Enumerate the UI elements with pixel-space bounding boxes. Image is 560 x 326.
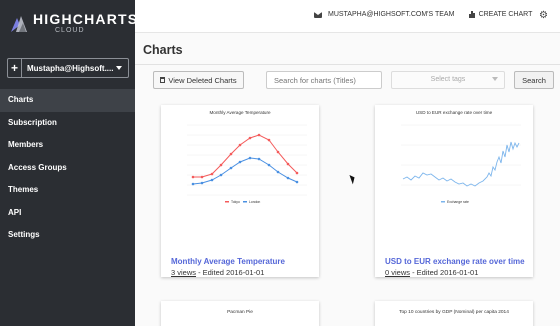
gridlines xyxy=(401,124,521,186)
chart-meta: 3 views - Edited 2016-01-01 xyxy=(171,268,264,277)
chart-thumbnail[interactable]: Monthly Average Temperature Tokyo London xyxy=(169,107,311,217)
legend-item: Exchange rate xyxy=(447,200,469,204)
trash-icon xyxy=(160,77,166,83)
chart-card[interactable]: Pacman Pie xyxy=(161,301,319,326)
gear-icon[interactable]: ⚙ xyxy=(539,10,548,21)
series-line-tokyo xyxy=(193,134,298,178)
thumb-title: USD to EUR exchange rate over time xyxy=(416,110,493,115)
divider xyxy=(135,64,560,65)
team-label: MUSTAPHA@HIGHSOFT.COM'S TEAM xyxy=(328,11,455,18)
sidebar-item-settings[interactable]: Settings xyxy=(0,224,135,247)
chart-card[interactable]: Monthly Average Temperature Tokyo London… xyxy=(161,105,319,277)
tags-placeholder: Select tags xyxy=(430,76,466,83)
bar-chart-icon xyxy=(469,11,476,18)
create-chart-label: CREATE CHART xyxy=(478,11,533,18)
top-bar: MUSTAPHA@HIGHSOFT.COM'S TEAM CREATE CHAR… xyxy=(135,0,560,33)
brand-sub: CLOUD xyxy=(55,27,85,34)
sidebar-item-charts[interactable]: Charts xyxy=(0,89,135,112)
chart-title-link[interactable]: USD to EUR exchange rate over time xyxy=(385,257,525,266)
gridlines xyxy=(187,124,307,196)
edited-date: - Edited 2016-01-01 xyxy=(196,268,265,277)
chart-title-link[interactable]: Monthly Average Temperature xyxy=(171,257,285,266)
page-title: Charts xyxy=(143,43,183,57)
sidebar-nav: Charts Subscription Members Access Group… xyxy=(0,89,135,247)
chevron-down-icon xyxy=(492,77,498,81)
sidebar: HIGHCHARTS CLOUD + Mustapha@Highsoft....… xyxy=(0,0,138,326)
chart-meta: 0 views - Edited 2016-01-01 xyxy=(385,268,478,277)
view-deleted-label: View Deleted Charts xyxy=(168,75,237,85)
views-link[interactable]: 0 views xyxy=(385,268,410,277)
series-line-london xyxy=(192,157,298,185)
search-button[interactable]: Search xyxy=(514,71,554,89)
series-points-tokyo xyxy=(191,133,299,179)
sidebar-item-subscription[interactable]: Subscription xyxy=(0,112,135,135)
thumb-title: Pacman Pie xyxy=(227,310,253,315)
edited-date: - Edited 2016-01-01 xyxy=(410,268,479,277)
sidebar-item-access-groups[interactable]: Access Groups xyxy=(0,157,135,180)
legend-item: London xyxy=(249,200,260,204)
search-input[interactable] xyxy=(266,71,382,89)
legend-item: Tokyo xyxy=(231,200,240,204)
chevron-down-icon[interactable] xyxy=(116,66,122,70)
view-deleted-charts-button[interactable]: View Deleted Charts xyxy=(153,71,244,89)
thumb-title: Monthly Average Temperature xyxy=(209,110,271,115)
thumb-title: Top 10 countries by GDP (Nominal) per ca… xyxy=(399,310,509,315)
tags-select[interactable]: Select tags xyxy=(391,71,505,89)
highcharts-logo-icon xyxy=(11,16,27,32)
legend: Tokyo London xyxy=(225,200,260,204)
sidebar-item-api[interactable]: API xyxy=(0,202,135,225)
create-chart-link[interactable]: CREATE CHART xyxy=(469,11,532,18)
add-account-icon[interactable]: + xyxy=(8,59,22,77)
chart-card[interactable]: Top 10 countries by GDP (Nominal) per ca… xyxy=(375,301,533,326)
highcharts-logo[interactable]: HIGHCHARTS CLOUD xyxy=(9,12,138,34)
account-selector[interactable]: + Mustapha@Highsoft.... xyxy=(7,58,129,78)
series-line-exchange-rate xyxy=(402,141,520,187)
sidebar-item-members[interactable]: Members xyxy=(0,134,135,157)
views-link[interactable]: 3 views xyxy=(171,268,196,277)
chart-thumbnail[interactable]: USD to EUR exchange rate over time Excha… xyxy=(383,107,525,217)
chart-card[interactable]: USD to EUR exchange rate over time Excha… xyxy=(375,105,533,277)
legend: Exchange rate xyxy=(441,200,469,204)
mail-icon xyxy=(314,11,322,18)
account-name: Mustapha@Highsoft.... xyxy=(27,63,114,73)
brand-name: HIGHCHARTS xyxy=(33,11,139,27)
team-menu[interactable]: MUSTAPHA@HIGHSOFT.COM'S TEAM xyxy=(314,11,454,18)
sidebar-item-themes[interactable]: Themes xyxy=(0,179,135,202)
main-content: Charts View Deleted Charts Select tags S… xyxy=(135,33,560,326)
